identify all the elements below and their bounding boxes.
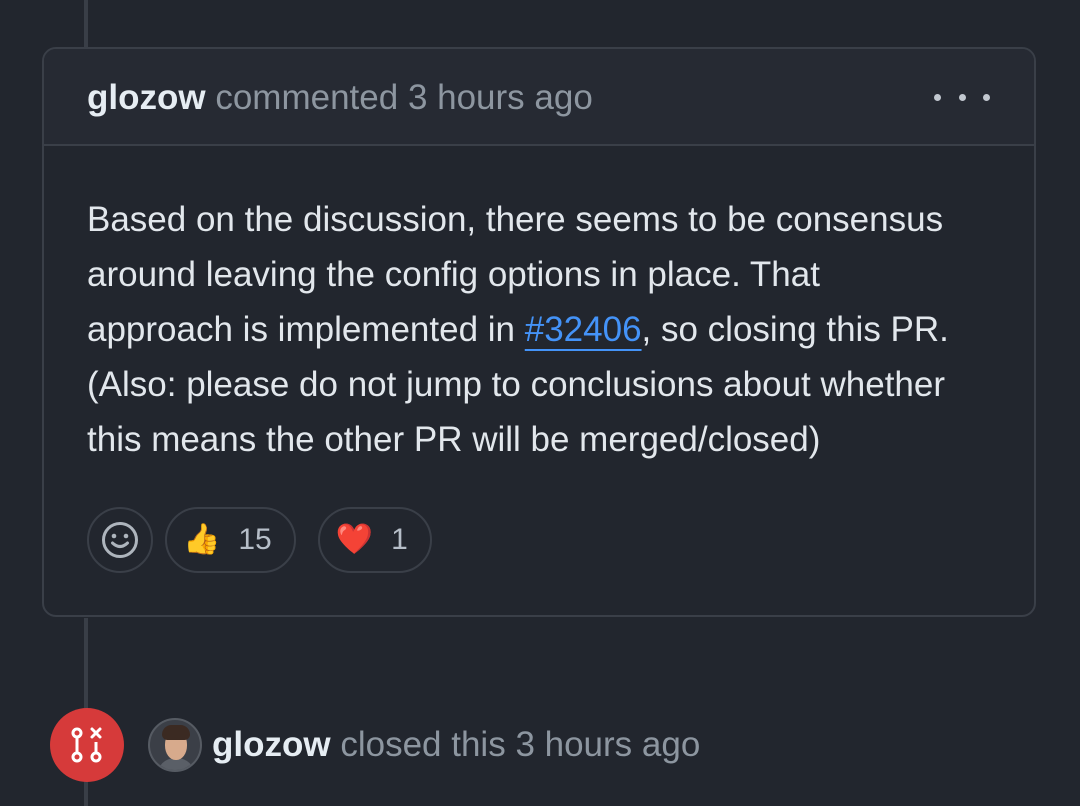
- closed-status-badge: [50, 708, 124, 782]
- timeline-line: [84, 618, 88, 710]
- timeline-line: [84, 780, 88, 806]
- comment-body: Based on the discussion, there seems to …: [87, 192, 1017, 467]
- timeline-line: [84, 0, 88, 48]
- comment-card: glozow commented 3 hours ago Based on th…: [42, 47, 1036, 617]
- comment-meta: glozow commented 3 hours ago: [87, 76, 593, 120]
- smiley-icon: [102, 522, 138, 558]
- comment-text-line: this means the other PR will be merged/c…: [87, 420, 821, 459]
- reaction-count: 15: [238, 523, 272, 556]
- comment-action: commented: [215, 78, 399, 117]
- comment-author-link[interactable]: glozow: [87, 78, 206, 117]
- git-pull-request-closed-icon: [71, 727, 102, 763]
- comment-text-fragment: , so closing this PR.: [641, 310, 949, 349]
- comment-text-line: around leaving the config options in pla…: [87, 255, 820, 294]
- kebab-dot: [958, 93, 966, 101]
- event-timestamp[interactable]: 3 hours ago: [515, 725, 700, 764]
- closed-event-text: glozow closed this 3 hours ago: [212, 723, 700, 767]
- comment-header: glozow commented 3 hours ago: [44, 49, 1034, 146]
- comment-options-button[interactable]: [934, 79, 990, 115]
- thumbs-up-icon: 👍: [183, 522, 221, 557]
- issue-reference-link[interactable]: #32406: [525, 310, 642, 349]
- reaction-heart-button[interactable]: ❤️ 1: [317, 507, 432, 573]
- avatar-hair: [162, 725, 190, 740]
- add-reaction-button[interactable]: [87, 507, 153, 573]
- event-author-link[interactable]: glozow: [212, 725, 331, 764]
- closed-event: glozow closed this 3 hours ago: [50, 707, 700, 783]
- kebab-dot: [983, 93, 990, 101]
- reaction-count: 1: [391, 523, 408, 556]
- comment-text-line: Based on the discussion, there seems to …: [87, 200, 944, 239]
- event-action: closed this: [340, 725, 506, 764]
- comment-text-line: approach is implemented in #32406, so cl…: [87, 302, 1017, 357]
- avatar-shoulder: [157, 758, 195, 770]
- reaction-thumbs-up-button[interactable]: 👍 15: [165, 507, 296, 573]
- comment-text-line: (Also: please do not jump to conclusions…: [87, 365, 946, 404]
- kebab-horizontal-icon: [934, 93, 941, 101]
- avatar[interactable]: [148, 718, 202, 772]
- comment-text-fragment: approach is implemented in: [87, 310, 525, 349]
- heart-icon: ❤️: [335, 522, 374, 557]
- comment-timestamp[interactable]: 3 hours ago: [408, 78, 593, 117]
- reactions-bar: 👍 15 ❤️ 1: [87, 507, 432, 573]
